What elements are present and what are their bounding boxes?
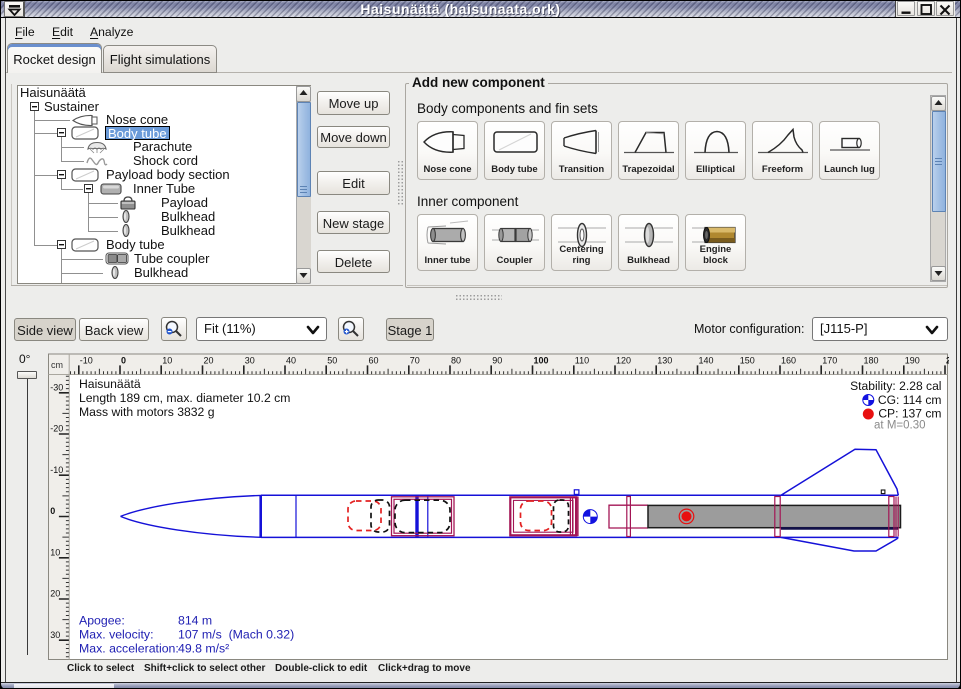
svg-text:Max. acceleration:: Max. acceleration: — [79, 642, 179, 656]
svg-text:at M=0.30: at M=0.30 — [874, 420, 925, 432]
svg-text:90: 90 — [492, 355, 502, 365]
svg-text:80: 80 — [451, 355, 461, 365]
svg-text:Length 189 cm, max. diameter 1: Length 189 cm, max. diameter 10.2 cm — [79, 391, 290, 405]
svg-text:200: 200 — [946, 355, 961, 365]
svg-text:Haisunäätä: Haisunäätä — [79, 377, 141, 391]
svg-text:40: 40 — [286, 355, 296, 365]
svg-text:0: 0 — [121, 355, 126, 365]
svg-text:0: 0 — [50, 506, 55, 516]
svg-text:Max. velocity:: Max. velocity: — [79, 628, 153, 642]
svg-text:Mass with motors 3832 g: Mass with motors 3832 g — [79, 405, 214, 419]
svg-text:30: 30 — [245, 355, 255, 365]
svg-text:110: 110 — [575, 355, 589, 365]
svg-text:150: 150 — [740, 355, 755, 365]
svg-text:Apogee:: Apogee: — [79, 614, 125, 628]
svg-text:190: 190 — [905, 355, 920, 365]
svg-text:814 m: 814 m — [178, 614, 212, 628]
svg-text:CP: 137 cm: CP: 137 cm — [878, 407, 941, 421]
svg-text:140: 140 — [699, 355, 714, 365]
svg-text:-10: -10 — [80, 355, 93, 365]
svg-text:-20: -20 — [50, 424, 63, 434]
svg-text:180: 180 — [864, 355, 879, 365]
svg-text:170: 170 — [822, 355, 837, 365]
svg-text:20: 20 — [204, 355, 214, 365]
svg-text:107 m/s (Mach 0.32): 107 m/s (Mach 0.32) — [178, 628, 294, 642]
svg-text:70: 70 — [410, 355, 420, 365]
svg-text:130: 130 — [657, 355, 672, 365]
svg-text:60: 60 — [369, 355, 379, 365]
svg-text:120: 120 — [616, 355, 631, 365]
svg-text:20: 20 — [50, 589, 60, 599]
svg-text:30: 30 — [50, 630, 60, 640]
svg-text:100: 100 — [534, 355, 549, 365]
svg-text:160: 160 — [781, 355, 796, 365]
svg-text:10: 10 — [50, 548, 60, 558]
svg-text:Stability: 2.28 cal: Stability: 2.28 cal — [850, 379, 941, 393]
svg-text:cm: cm — [51, 360, 63, 370]
svg-text:50: 50 — [327, 355, 337, 365]
svg-text:49.8 m/s²: 49.8 m/s² — [178, 642, 229, 656]
svg-text:CG: 114 cm: CG: 114 cm — [878, 393, 942, 407]
svg-text:-10: -10 — [50, 465, 63, 475]
svg-text:10: 10 — [162, 355, 172, 365]
svg-text:-30: -30 — [50, 382, 63, 392]
